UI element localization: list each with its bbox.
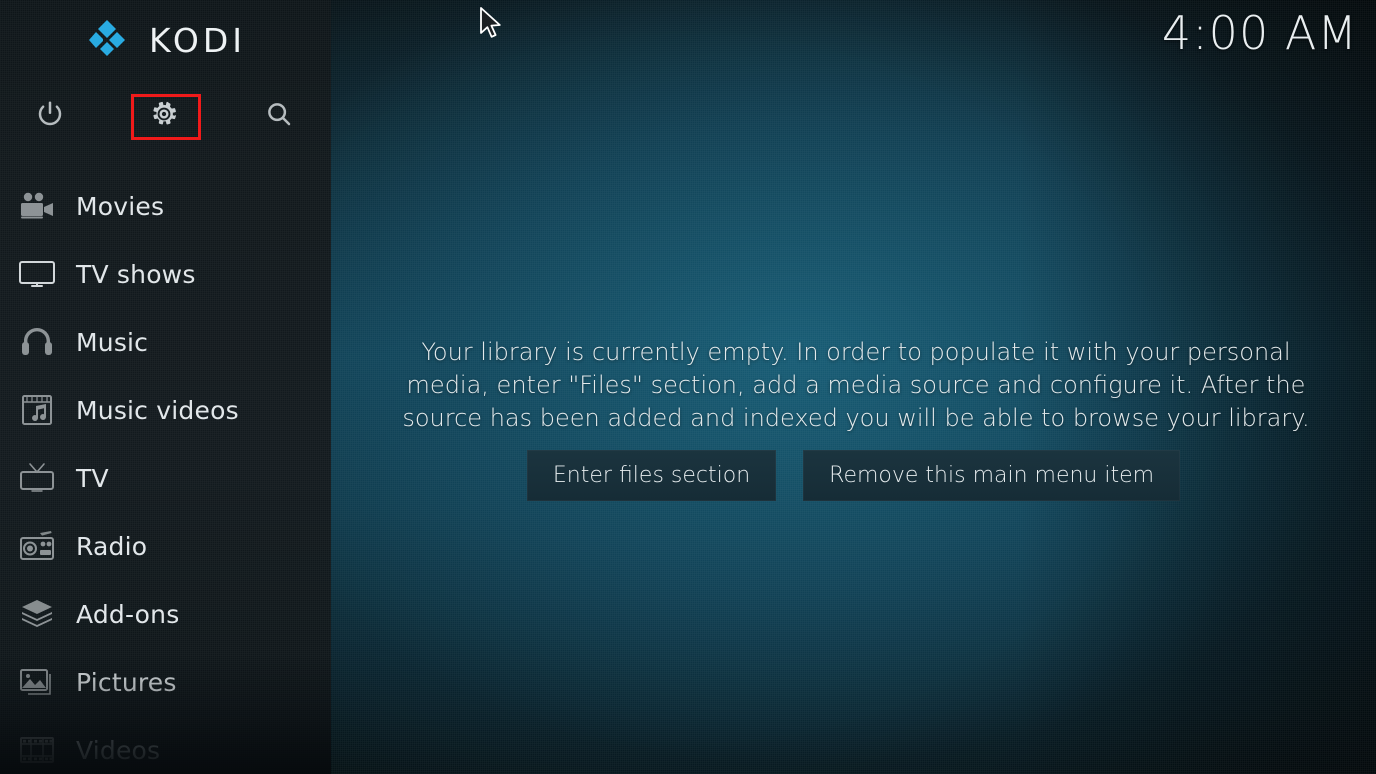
empty-library-message: Your library is currently empty. In orde… [402, 338, 1310, 432]
sidebar-item-add-ons[interactable]: Add-ons [0, 580, 331, 648]
headphones-icon [14, 321, 60, 363]
sidebar-item-music-videos[interactable]: Music videos [0, 376, 331, 444]
enter-files-section-button[interactable]: Enter files section [526, 450, 777, 501]
settings-button[interactable] [136, 88, 192, 144]
sidebar-item-label: TV shows [76, 259, 196, 289]
main-menu: Movies TV shows Music Music videos TV Ra… [0, 172, 331, 774]
search-icon [264, 99, 294, 133]
gear-icon [148, 98, 180, 134]
sidebar-item-label: Music [76, 327, 149, 357]
sidebar-item-label: Videos [76, 735, 161, 765]
kodi-home-screen: 4:00 AM Your library is currently empty.… [0, 0, 1376, 774]
main-content: Your library is currently empty. In orde… [331, 0, 1376, 774]
sidebar-item-label: Radio [76, 531, 148, 561]
sidebar-item-label: TV [76, 463, 109, 493]
tv-antenna-icon [14, 457, 60, 499]
photos-icon [14, 661, 60, 703]
film-note-icon [14, 389, 60, 431]
sidebar-item-videos[interactable]: Videos [0, 716, 331, 774]
power-button[interactable] [22, 88, 78, 144]
sidebar-item-label: Movies [76, 191, 165, 221]
radio-icon [14, 525, 60, 567]
sidebar-item-label: Add-ons [76, 599, 180, 629]
sidebar-item-pictures[interactable]: Pictures [0, 648, 331, 716]
sidebar-item-movies[interactable]: Movies [0, 172, 331, 240]
kodi-logo-icon [85, 16, 133, 64]
sidebar-item-tv-shows[interactable]: TV shows [0, 240, 331, 308]
action-button-row: Enter files section Remove this main men… [331, 450, 1376, 501]
app-logo: KODI [0, 0, 331, 80]
sidebar-item-tv[interactable]: TV [0, 444, 331, 512]
app-name: KODI [149, 20, 246, 60]
film-strip-icon [14, 729, 60, 771]
open-box-icon [14, 593, 60, 635]
sidebar-item-label: Pictures [76, 667, 177, 697]
sidebar-item-music[interactable]: Music [0, 308, 331, 376]
search-button[interactable] [251, 88, 307, 144]
sidebar-item-radio[interactable]: Radio [0, 512, 331, 580]
remove-main-menu-item-button[interactable]: Remove this main menu item [803, 450, 1181, 501]
movie-camera-icon [14, 185, 60, 227]
sidebar-item-label: Music videos [76, 395, 239, 425]
television-icon [14, 253, 60, 295]
power-icon [35, 99, 65, 133]
sidebar-quick-actions [0, 88, 331, 144]
sidebar: KODI Movies TV shows Music Music videos … [0, 0, 331, 774]
